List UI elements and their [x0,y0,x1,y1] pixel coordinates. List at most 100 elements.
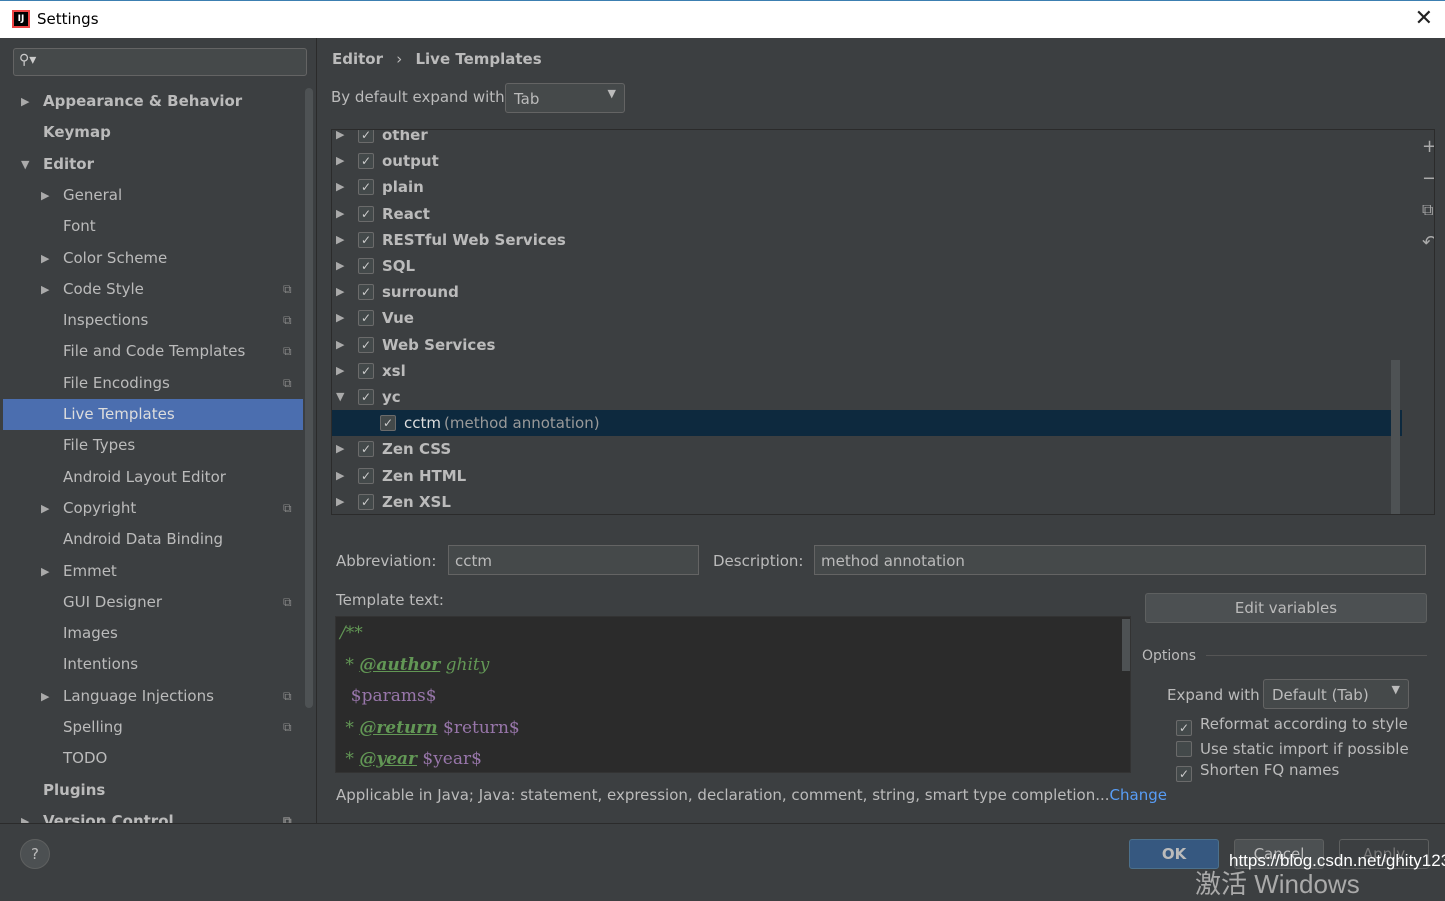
template-group-row[interactable]: ▶ ✓ React [332,201,1402,227]
remove-icon[interactable]: − [1422,168,1434,189]
sidebar-item[interactable]: Font [3,211,303,242]
abbreviation-input[interactable]: cctm [448,545,699,575]
sidebar-item[interactable]: GUI Designer ⧉ [3,587,303,618]
enabled-checkbox[interactable]: ✓ [358,231,374,248]
collapsed-arrow-icon[interactable]: ▶ [336,201,344,227]
sidebar-item[interactable]: ▶ Version Control ⧉ [3,806,303,823]
enabled-checkbox[interactable]: ✓ [358,336,374,353]
template-text-editor[interactable]: /** * @author ghity $params$ * @return $… [335,616,1131,773]
enabled-checkbox[interactable]: ✓ [380,415,396,432]
change-link[interactable]: Change [1110,786,1167,804]
collapsed-arrow-icon[interactable]: ▶ [41,556,49,587]
checkbox-icon[interactable]: ✓ [1176,766,1192,782]
enabled-checkbox[interactable]: ✓ [358,205,374,222]
expanded-arrow-icon[interactable]: ▼ [336,384,344,410]
enabled-checkbox[interactable]: ✓ [358,310,374,327]
sidebar-item[interactable]: Android Data Binding [3,524,303,555]
template-group-row[interactable]: ▶ ✓ SQL [332,253,1402,279]
sidebar-item[interactable]: ▶ Color Scheme [3,243,303,274]
collapsed-arrow-icon[interactable]: ▶ [41,681,49,712]
enabled-checkbox[interactable]: ✓ [358,258,374,274]
template-group-row[interactable]: ▶ ✓ xsl [332,358,1402,384]
sidebar-item[interactable]: ▶ Code Style ⧉ [3,274,303,305]
enabled-checkbox[interactable]: ✓ [358,362,374,379]
collapsed-arrow-icon[interactable]: ▶ [336,130,344,148]
sidebar-item[interactable]: ▶ Appearance & Behavior [3,86,303,117]
collapsed-arrow-icon[interactable]: ▶ [336,358,344,384]
template-group-row[interactable]: ▶ ✓ other [332,130,1402,148]
option-checkbox[interactable]: Use static import if possible [1176,738,1409,758]
collapsed-arrow-icon[interactable]: ▶ [336,489,344,514]
sidebar-item[interactable]: ▶ Copyright ⧉ [3,493,303,524]
copy-icon[interactable]: ⧉ [1422,200,1433,220]
collapsed-arrow-icon[interactable]: ▶ [336,436,344,462]
template-group-row[interactable]: ▼ ✓ yc [332,384,1402,410]
checkbox-icon[interactable] [1176,741,1192,757]
template-group-row[interactable]: ▶ ✓ RESTful Web Services [332,227,1402,253]
sidebar-item[interactable]: File and Code Templates ⧉ [3,336,303,367]
close-icon[interactable]: ✕ [1415,6,1433,31]
checkbox-icon[interactable]: ✓ [1176,720,1192,736]
expand-with-select[interactable]: Default (Tab) ▼ [1263,679,1409,709]
enabled-checkbox[interactable]: ✓ [358,153,374,170]
collapsed-arrow-icon[interactable]: ▶ [336,174,344,200]
expand-select[interactable]: Tab ▼ [505,83,625,113]
tree-scrollbar[interactable] [1391,360,1400,514]
sidebar-item[interactable]: Spelling ⧉ [3,712,303,743]
expanded-arrow-icon[interactable]: ▼ [21,149,29,180]
sidebar-item[interactable]: Plugins [3,775,303,806]
collapsed-arrow-icon[interactable]: ▶ [21,86,29,117]
collapsed-arrow-icon[interactable]: ▶ [41,243,49,274]
search-input[interactable]: ⚲▾ [13,48,307,76]
collapsed-arrow-icon[interactable]: ▶ [41,180,49,211]
sidebar-item[interactable]: Images [3,618,303,649]
sidebar-item[interactable]: File Encodings ⧉ [3,368,303,399]
option-checkbox[interactable]: ✓ Reformat according to style [1176,715,1408,736]
help-button[interactable]: ? [20,839,50,869]
sidebar-item[interactable]: Intentions [3,649,303,680]
enabled-checkbox[interactable]: ✓ [358,284,374,301]
sidebar-item[interactable]: File Types [3,430,303,461]
collapsed-arrow-icon[interactable]: ▶ [336,463,344,489]
revert-icon[interactable]: ↶ [1422,232,1434,253]
enabled-checkbox[interactable]: ✓ [358,493,374,510]
add-icon[interactable]: + [1422,136,1434,157]
collapsed-arrow-icon[interactable]: ▶ [336,253,344,279]
sidebar-item[interactable]: ▶ General [3,180,303,211]
collapsed-arrow-icon[interactable]: ▶ [41,493,49,524]
template-group-row[interactable]: ▶ ✓ Zen CSS [332,436,1402,462]
sidebar-scrollbar[interactable] [305,88,313,708]
collapsed-arrow-icon[interactable]: ▶ [336,148,344,174]
enabled-checkbox[interactable]: ✓ [358,389,374,405]
enabled-checkbox[interactable]: ✓ [358,467,374,484]
template-group-row[interactable]: ▶ ✓ Vue [332,305,1402,331]
collapsed-arrow-icon[interactable]: ▶ [41,274,49,305]
collapsed-arrow-icon[interactable]: ▶ [336,332,344,358]
sidebar-item[interactable]: Keymap [3,117,303,148]
collapsed-arrow-icon[interactable]: ▶ [336,305,344,331]
sidebar-item[interactable]: Android Layout Editor [3,462,303,493]
template-group-row[interactable]: ▶ ✓ Zen XSL [332,489,1402,514]
sidebar-item[interactable]: Inspections ⧉ [3,305,303,336]
template-group-row[interactable]: ▶ ✓ surround [332,279,1402,305]
sidebar-item[interactable]: ▶ Language Injections ⧉ [3,681,303,712]
template-group-row[interactable]: ▶ ✓ Web Services [332,332,1402,358]
enabled-checkbox[interactable]: ✓ [358,130,374,143]
enabled-checkbox[interactable]: ✓ [358,179,374,196]
sidebar-item[interactable]: ▶ Emmet [3,556,303,587]
collapsed-arrow-icon[interactable]: ▶ [336,227,344,253]
description-input[interactable]: method annotation [814,545,1426,575]
template-group-row[interactable]: ▶ ✓ Zen HTML [332,463,1402,489]
enabled-checkbox[interactable]: ✓ [358,441,374,458]
sidebar-item[interactable]: ▼ Editor [3,149,303,180]
option-checkbox[interactable]: ✓ Shorten FQ names [1176,761,1339,782]
sidebar-item[interactable]: TODO [3,743,303,774]
template-group-row[interactable]: ▶ ✓ output [332,148,1402,174]
edit-variables-button[interactable]: Edit variables [1145,593,1427,623]
collapsed-arrow-icon[interactable]: ▶ [336,279,344,305]
template-row[interactable]: ✓ cctm (method annotation) [332,410,1402,437]
collapsed-arrow-icon[interactable]: ▶ [21,806,29,823]
sidebar-item[interactable]: Live Templates [3,399,303,430]
breadcrumb-editor[interactable]: Editor [332,50,383,68]
editor-scrollbar[interactable] [1122,619,1130,671]
